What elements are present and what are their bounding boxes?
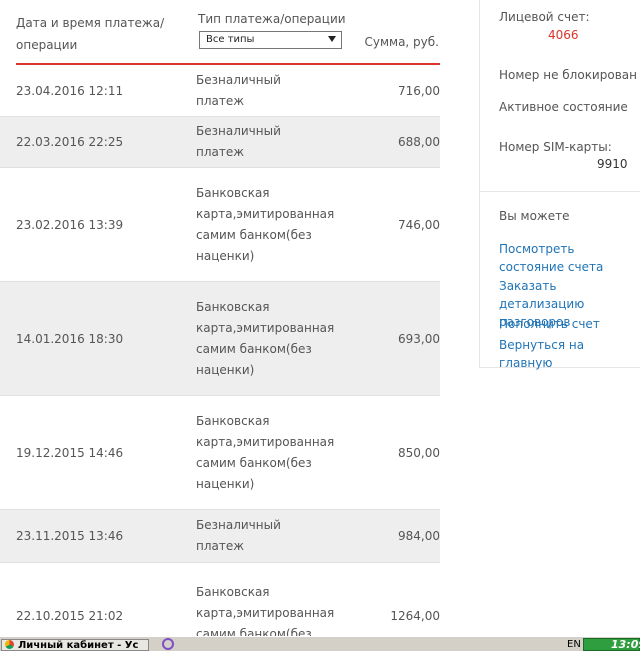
view-account-status-link[interactable]: Посмотреть состояние счета — [499, 240, 634, 276]
actions-title: Вы можете — [499, 209, 570, 223]
back-to-home-link[interactable]: Вернуться на главную — [499, 336, 634, 372]
payments-table: 23.04.2016 12:11 Безналичный платеж 716,… — [0, 65, 442, 636]
account-label: Лицевой счет: — [499, 10, 590, 24]
row-type: Банковская карта,эмитированная самим бан… — [196, 585, 335, 636]
account-info-panel: Лицевой счет: 4066 Номер не блокирован А… — [479, 0, 640, 192]
actions-panel: Вы можете Посмотреть состояние счета Зак… — [479, 192, 640, 370]
row-date: 22.03.2016 22:25 — [16, 135, 124, 149]
sum-column-header: Сумма, руб. — [364, 35, 439, 49]
table-row: 22.03.2016 22:25 Безналичный платеж 688,… — [0, 117, 440, 168]
row-date: 23.02.2016 13:39 — [16, 217, 124, 232]
row-sum: 746,00 — [398, 217, 440, 232]
row-date: 19.12.2015 14:46 — [16, 445, 124, 460]
top-up-account-link[interactable]: Пополнить счет — [499, 315, 634, 333]
block-status: Номер не блокирован — [499, 68, 637, 82]
row-sum: 984,00 — [398, 529, 440, 543]
account-state: Активное состояние — [499, 100, 628, 114]
row-sum: 688,00 — [398, 135, 440, 149]
taskbar-clock[interactable]: 13:09 — [583, 638, 640, 651]
table-row: 23.04.2016 12:11 Безналичный платеж 716,… — [0, 65, 440, 117]
payments-panel: Дата и время платежа/операции Тип платеж… — [0, 0, 442, 636]
table-row: 22.10.2015 21:02 Банковская карта,эмитир… — [0, 563, 440, 636]
table-row: 14.01.2016 18:30 Банковская карта,эмитир… — [0, 282, 440, 396]
taskbar-browser-task[interactable]: Личный кабинет - Ус — [1, 639, 149, 651]
viber-icon[interactable] — [162, 638, 174, 650]
clock-time: 13:09 — [611, 638, 640, 651]
date-column-header: Дата и время платежа/операции — [16, 16, 165, 52]
sim-number: 9910 — [597, 157, 628, 171]
row-type: Безналичный платеж — [196, 518, 281, 553]
row-type: Банковская карта,эмитированная самим бан… — [196, 299, 335, 377]
row-type: Банковская карта,эмитированная самим бан… — [196, 413, 335, 491]
row-sum: 716,00 — [398, 83, 440, 98]
row-date: 22.10.2015 21:02 — [16, 609, 124, 623]
row-date: 23.04.2016 12:11 — [16, 83, 124, 98]
row-type: Банковская карта,эмитированная самим бан… — [196, 185, 335, 263]
row-date: 23.11.2015 13:46 — [16, 529, 124, 543]
dropdown-arrow-icon — [328, 36, 336, 42]
language-indicator[interactable]: EN — [567, 639, 581, 650]
taskbar-task-label: Личный кабинет - Ус — [18, 640, 139, 651]
row-type: Безналичный платеж — [196, 124, 281, 159]
row-sum: 693,00 — [398, 331, 440, 346]
payment-type-select[interactable]: Все типы — [199, 31, 342, 49]
sim-label: Номер SIM-карты: — [499, 140, 612, 154]
account-number: 4066 — [548, 28, 579, 42]
row-sum: 850,00 — [398, 445, 440, 460]
windows-taskbar: Личный кабинет - Ус EN 13:09 — [0, 636, 640, 651]
type-column-header: Тип платежа/операции — [198, 12, 346, 26]
row-type: Безналичный платеж — [196, 72, 281, 108]
row-sum: 1264,00 — [390, 609, 440, 623]
row-date: 14.01.2016 18:30 — [16, 331, 124, 346]
table-row: 23.02.2016 13:39 Банковская карта,эмитир… — [0, 168, 440, 282]
chrome-icon — [5, 640, 14, 649]
payment-type-select-value: Все типы — [206, 34, 255, 45]
table-row: 23.11.2015 13:46 Безналичный платеж 984,… — [0, 510, 440, 563]
table-row: 19.12.2015 14:46 Банковская карта,эмитир… — [0, 396, 440, 510]
